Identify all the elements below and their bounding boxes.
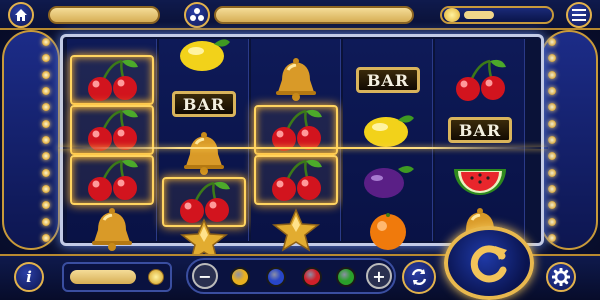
bell-icon [184, 132, 224, 175]
refresh-icon [411, 268, 427, 286]
plum-symbol [346, 155, 430, 205]
bar-label: BAR [172, 91, 236, 117]
bet-selector: − + [186, 258, 396, 294]
left-light-pillar [2, 30, 60, 250]
plum-icon [364, 166, 414, 198]
cherries-symbol [438, 55, 522, 105]
light-bulb [42, 103, 50, 112]
light-bulb [42, 119, 50, 128]
cherries-symbol [70, 155, 154, 205]
bell-symbol [70, 205, 154, 255]
cherries-icon [456, 59, 506, 101]
reel-4: BAR [343, 39, 433, 250]
cherries-symbol [70, 55, 154, 105]
autoplay-button[interactable] [402, 260, 436, 294]
balance-field [70, 270, 136, 284]
lemon-icon [364, 115, 414, 147]
right-light-pillar [540, 30, 598, 250]
minus-icon: − [198, 266, 212, 286]
menu-button[interactable] [566, 2, 592, 28]
top-center-field [214, 6, 414, 24]
home-button[interactable] [8, 2, 34, 28]
bell-symbol [254, 55, 338, 105]
star-icon [272, 208, 320, 252]
light-bulb [42, 233, 50, 242]
cherries-icon [272, 159, 322, 201]
bet-chip-green[interactable] [336, 267, 356, 287]
watermelon-icon [454, 169, 506, 195]
light-bulb [42, 135, 50, 144]
bell-icon [276, 58, 316, 101]
light-bulb [548, 217, 556, 226]
light-bulb [548, 86, 556, 95]
cherries-symbol [254, 155, 338, 205]
bet-chip-red[interactable] [302, 267, 322, 287]
reel-3 [251, 39, 341, 252]
light-bulb [548, 38, 556, 46]
bar-symbol: BAR [346, 55, 430, 105]
reel-2: BAR [159, 39, 249, 262]
reel-frame: BAR BAR BAR [60, 34, 544, 262]
lemon-symbol [162, 29, 246, 79]
level-bar [440, 6, 554, 24]
three-dots-icon [189, 7, 205, 23]
gear-icon [552, 268, 570, 286]
plus-icon: + [372, 266, 386, 286]
orange-icon [370, 213, 406, 250]
light-bulb [548, 119, 556, 128]
balance-display [62, 262, 172, 292]
light-bulb [42, 38, 50, 46]
light-bulb [42, 217, 50, 226]
reel-1 [67, 39, 157, 251]
light-bulb [42, 201, 50, 210]
coin-icon [444, 8, 460, 22]
light-bulb [548, 184, 556, 193]
menu-icon [572, 9, 586, 21]
slot-machine-scene: BAR BAR BAR i − + [0, 0, 600, 300]
decrease-bet-button[interactable]: − [192, 263, 218, 289]
light-bulb [548, 54, 556, 63]
paytable-button[interactable] [184, 2, 210, 28]
bar-label: BAR [448, 117, 512, 143]
cherries-icon [88, 59, 138, 101]
bar-label: BAR [356, 67, 420, 93]
info-icon: i [26, 268, 32, 286]
info-button[interactable]: i [14, 262, 44, 292]
bell-symbol [162, 129, 246, 179]
light-bulb [42, 54, 50, 63]
orange-symbol [346, 205, 430, 255]
light-bulb [548, 103, 556, 112]
light-bulb [548, 135, 556, 144]
light-bulb [42, 86, 50, 95]
light-bulb [42, 70, 50, 79]
lemon-icon [180, 39, 230, 71]
top-bar [0, 0, 600, 30]
bet-chip-blue[interactable] [266, 267, 286, 287]
coin-icon [148, 269, 164, 285]
star-symbol [254, 205, 338, 255]
bet-chip-gold[interactable] [230, 267, 250, 287]
light-bulb [548, 70, 556, 79]
bell-icon [92, 208, 132, 251]
light-bulb [548, 152, 556, 161]
increase-bet-button[interactable]: + [366, 263, 392, 289]
win-line [58, 147, 548, 149]
top-left-field [48, 6, 160, 24]
light-bulb [42, 152, 50, 161]
home-icon [15, 9, 27, 21]
cherries-icon [88, 159, 138, 201]
level-fill [464, 11, 494, 19]
spin-button[interactable] [444, 226, 534, 300]
watermelon-symbol [438, 155, 522, 205]
settings-button[interactable] [546, 262, 576, 292]
light-bulb [42, 184, 50, 193]
light-bulb [42, 168, 50, 177]
bar-symbol: BAR [162, 79, 246, 129]
light-bulb [548, 233, 556, 242]
light-bulb [548, 168, 556, 177]
reel-5: BAR [435, 39, 525, 251]
spin-arrow-icon [470, 245, 507, 283]
light-bulb [548, 201, 556, 210]
